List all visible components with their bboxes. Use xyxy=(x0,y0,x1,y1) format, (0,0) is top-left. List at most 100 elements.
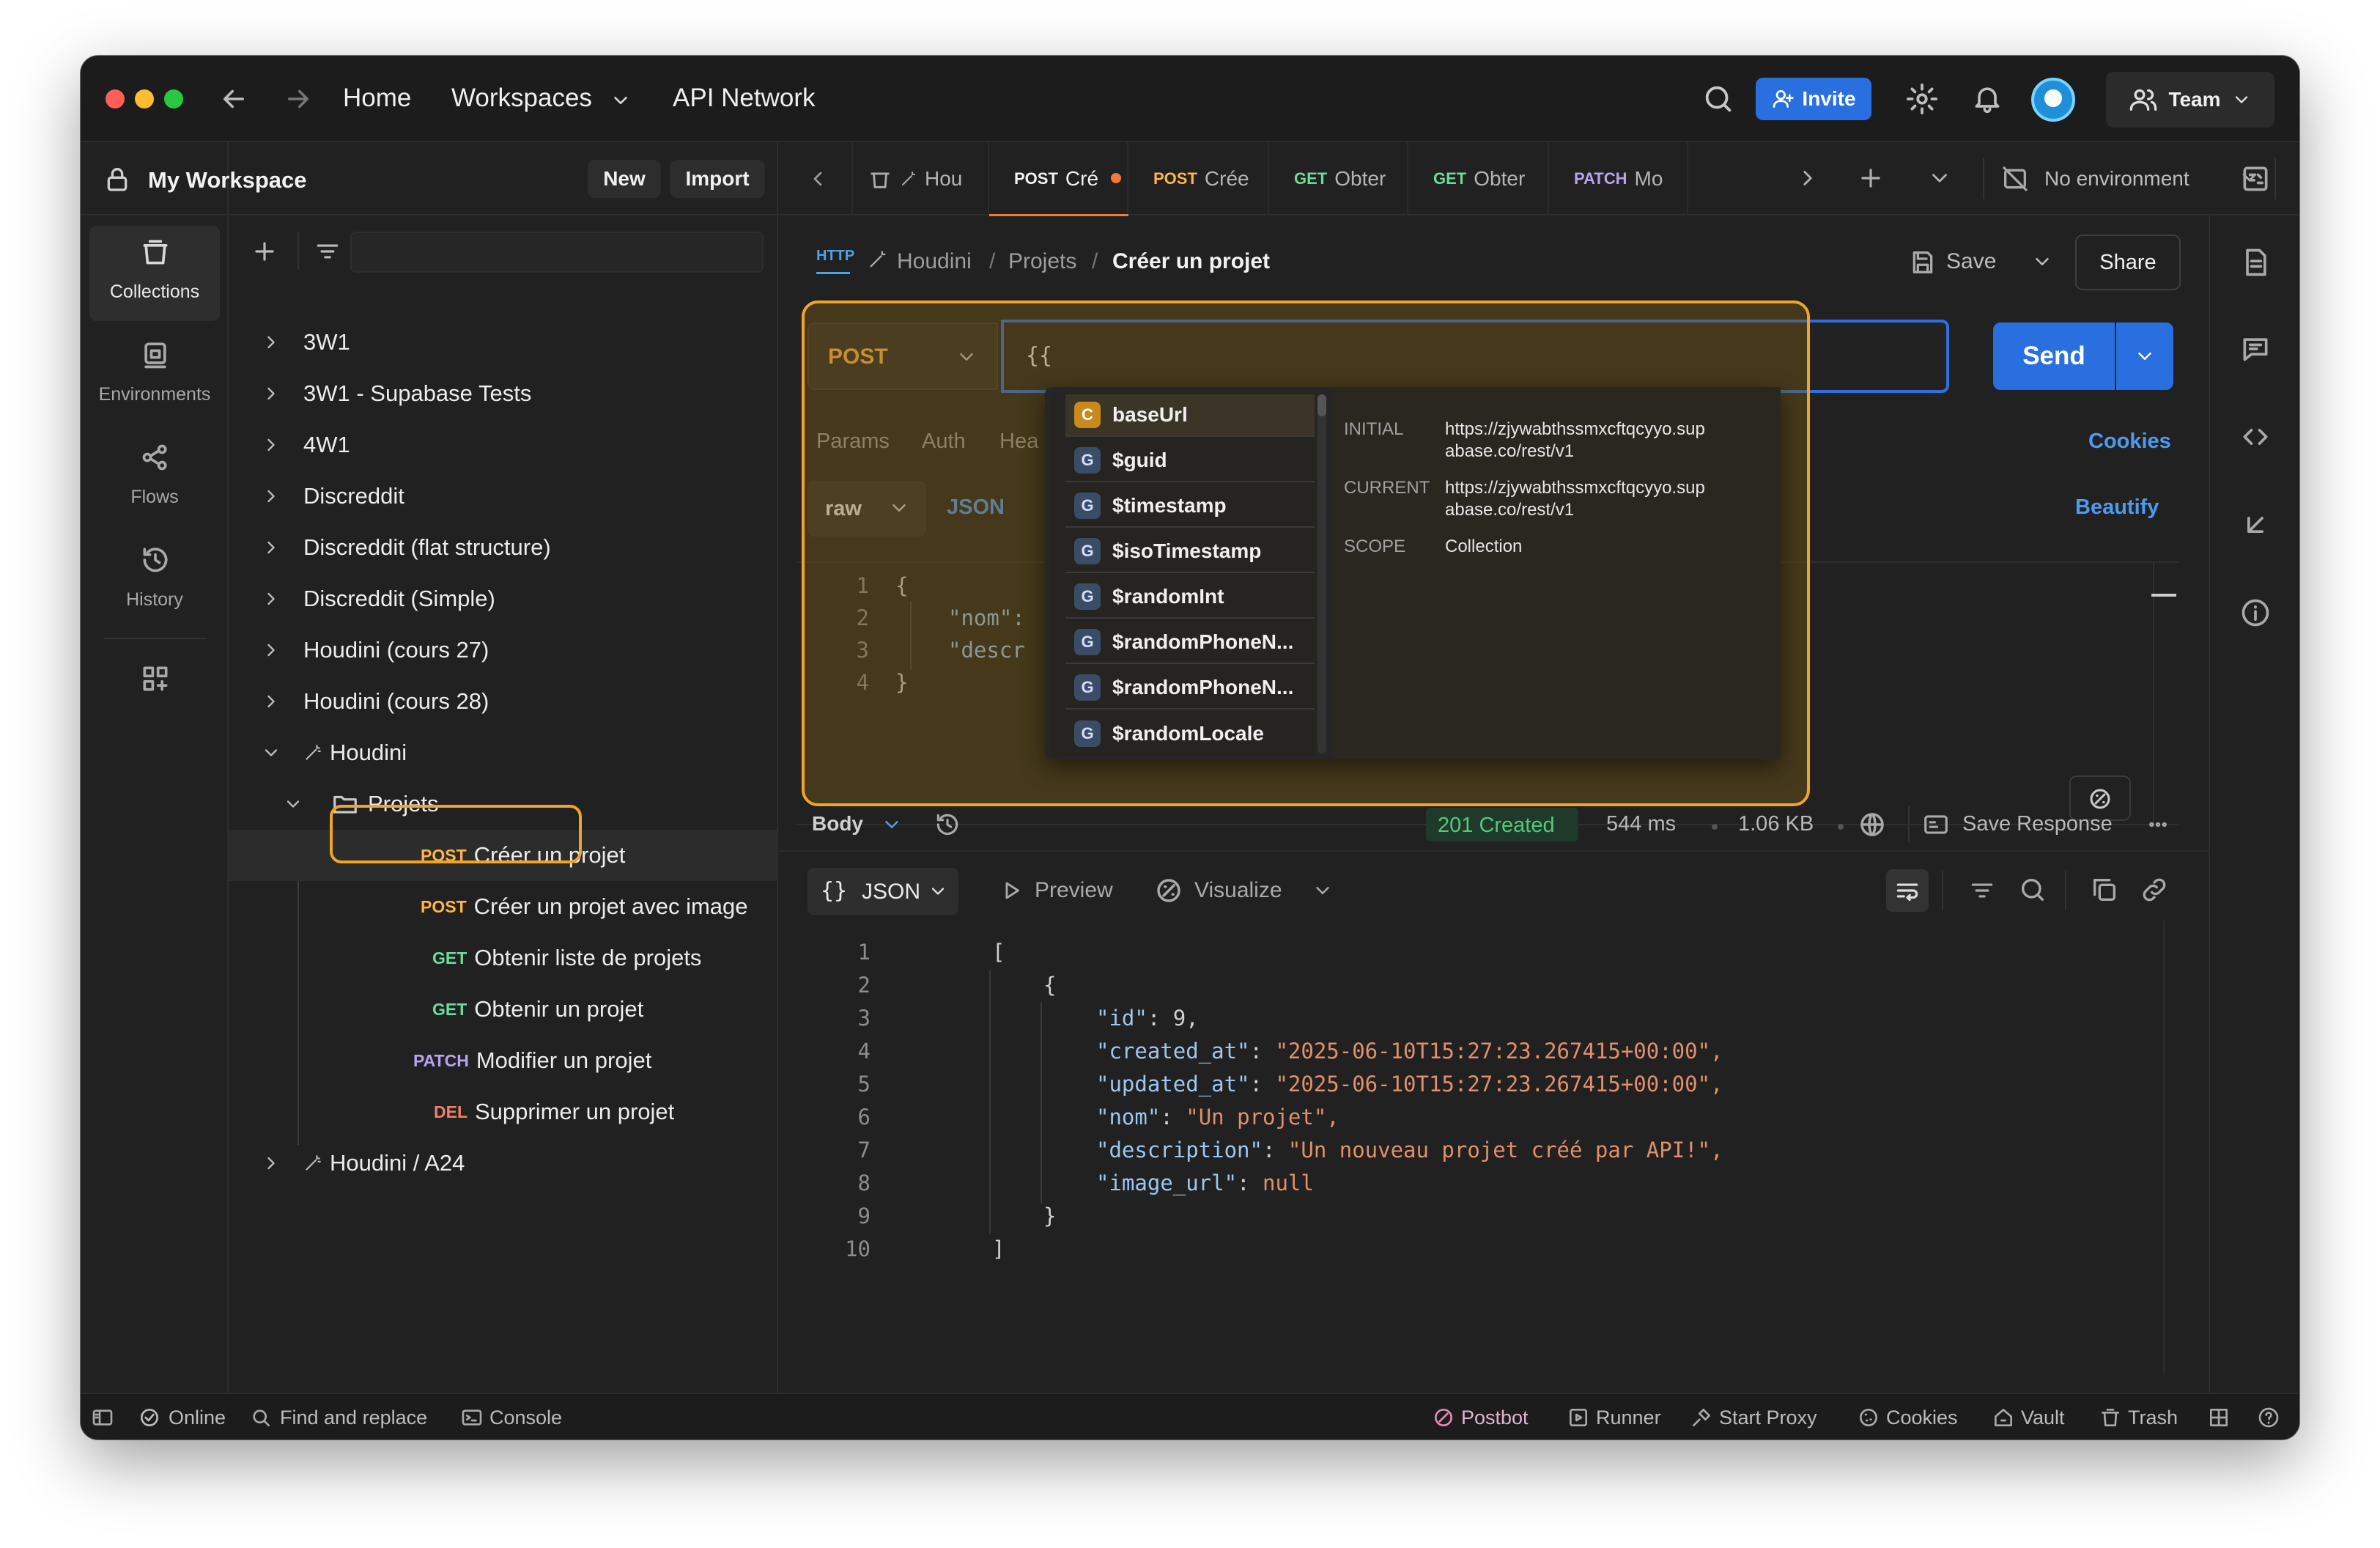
chevron-down-icon[interactable] xyxy=(881,814,903,836)
autocomplete-item[interactable]: G $randomPhoneN... xyxy=(1065,622,1315,664)
invite-button[interactable]: Invite xyxy=(1756,78,1871,120)
save-response-button[interactable]: Save Response xyxy=(1962,812,2113,836)
team-button[interactable]: Team xyxy=(2106,72,2274,128)
collection-item[interactable]: 3W1 - Supabase Tests xyxy=(229,368,778,419)
breadcrumb-folder[interactable]: Projets xyxy=(1008,249,1076,274)
environment-selector[interactable]: No environment xyxy=(2044,167,2189,191)
help-icon[interactable] xyxy=(2257,1406,2280,1429)
environments-label[interactable]: Environments xyxy=(89,384,220,405)
comments-icon[interactable] xyxy=(2239,333,2272,365)
response-scrollbar-track[interactable] xyxy=(2163,921,2165,1375)
wrap-lines-button[interactable] xyxy=(1886,869,1929,912)
request-item[interactable]: PATCH Modifier un projet xyxy=(229,1035,778,1086)
share-button[interactable]: Share xyxy=(2075,235,2181,290)
history-icon[interactable] xyxy=(139,544,171,576)
tab-scroll-right-icon[interactable] xyxy=(1795,166,1820,191)
console-button[interactable]: Console xyxy=(489,1394,562,1440)
flows-icon[interactable] xyxy=(139,441,171,473)
collection-item[interactable]: Discreddit (flat structure) xyxy=(229,522,778,573)
maximize-window-button[interactable] xyxy=(164,89,183,108)
breadcrumb-root[interactable]: Houdini xyxy=(897,249,972,274)
environment-quick-look-icon[interactable] xyxy=(2239,163,2272,195)
collection-item[interactable]: 4W1 xyxy=(229,419,778,471)
response-body-viewer[interactable]: 1 2 3 4 5 6 7 8 9 10 [ { "id": 9, "creat… xyxy=(796,921,2188,1375)
more-options-icon[interactable] xyxy=(2144,814,2172,836)
copy-icon[interactable] xyxy=(2090,875,2119,904)
request-tab[interactable]: GET Obter xyxy=(1408,142,1549,215)
new-tab-plus-icon[interactable] xyxy=(1857,164,1885,192)
search-icon[interactable] xyxy=(1701,82,1735,116)
collection-item[interactable]: Houdini / A24 xyxy=(229,1138,778,1189)
notifications-bell-icon[interactable] xyxy=(1971,82,2003,114)
user-avatar[interactable] xyxy=(2031,78,2075,122)
online-status[interactable]: Online xyxy=(169,1394,226,1440)
autocomplete-item[interactable]: G $randomPhoneN... xyxy=(1065,667,1315,710)
send-options-button[interactable] xyxy=(2116,322,2173,390)
runner-button[interactable]: Runner xyxy=(1596,1394,1661,1440)
layout-icon[interactable] xyxy=(2207,1406,2231,1429)
autocomplete-item[interactable]: G $randomInt xyxy=(1065,576,1315,619)
history-label[interactable]: History xyxy=(89,589,220,611)
trash-button[interactable]: Trash xyxy=(2128,1394,2178,1440)
request-tab[interactable]: GET Obter xyxy=(1269,142,1408,215)
chevron-down-icon[interactable] xyxy=(1312,880,1334,902)
autocomplete-item[interactable]: G $isoTimestamp xyxy=(1065,531,1315,573)
save-response-icon[interactable] xyxy=(1921,811,1951,838)
settings-gear-icon[interactable] xyxy=(1905,82,1939,116)
send-button[interactable]: Send xyxy=(1993,322,2115,390)
request-title[interactable]: Créer un projet xyxy=(1112,249,1270,274)
related-requests-icon[interactable] xyxy=(2239,509,2272,541)
editor-scroll-thumb[interactable] xyxy=(2151,594,2176,597)
filter-icon[interactable] xyxy=(1968,877,1996,904)
collection-item[interactable]: Discreddit (Simple) xyxy=(229,573,778,624)
no-environment-icon[interactable] xyxy=(2000,164,2030,194)
cookies-button[interactable]: Cookies xyxy=(1886,1394,1958,1440)
environments-icon[interactable] xyxy=(139,339,171,371)
visualize-icon[interactable] xyxy=(1153,875,1184,906)
request-item[interactable]: GET Obtenir liste de projets xyxy=(229,932,778,984)
save-button[interactable]: Save xyxy=(1946,249,1996,274)
autocomplete-item-selected[interactable]: CbaseUrl xyxy=(1065,394,1315,437)
preview-tab[interactable]: Preview xyxy=(1035,878,1113,903)
request-tab[interactable]: POST Crée xyxy=(1128,142,1269,215)
visualize-tab[interactable]: Visualize xyxy=(1194,878,1282,903)
info-icon[interactable] xyxy=(2239,597,2272,629)
minimize-window-button[interactable] xyxy=(135,89,154,108)
collection-item[interactable]: Houdini (cours 28) xyxy=(229,676,778,727)
request-tab[interactable]: Hou xyxy=(851,142,989,215)
preview-play-icon[interactable] xyxy=(999,878,1024,903)
cookies-link[interactable]: Cookies xyxy=(2088,430,2171,454)
autocomplete-scroll-thumb[interactable] xyxy=(1318,394,1326,416)
link-icon[interactable] xyxy=(2140,875,2169,904)
flows-label[interactable]: Flows xyxy=(89,487,220,508)
vault-button[interactable]: Vault xyxy=(2021,1394,2065,1440)
search-icon[interactable] xyxy=(2018,875,2047,904)
tab-scroll-left-icon[interactable] xyxy=(806,167,829,191)
configure-sidebar-icon[interactable] xyxy=(139,663,171,695)
request-tab[interactable]: PATCH Mo xyxy=(1549,142,1688,215)
autocomplete-item[interactable]: G $timestamp xyxy=(1065,485,1315,528)
save-options-chevron-icon[interactable] xyxy=(2031,251,2053,273)
request-item[interactable]: GET Obtenir un projet xyxy=(229,984,778,1035)
tab-list-chevron-icon[interactable] xyxy=(1927,166,1952,191)
autocomplete-item[interactable]: G $randomLocale xyxy=(1065,712,1315,755)
collection-item[interactable]: 3W1 xyxy=(229,317,778,368)
find-replace-button[interactable]: Find and replace xyxy=(280,1394,427,1440)
request-tab-active[interactable]: POST Cré xyxy=(989,142,1128,215)
toggle-sidebar-icon[interactable] xyxy=(91,1406,114,1429)
request-item[interactable]: POST Créer un projet avec image xyxy=(229,881,778,932)
autocomplete-item[interactable]: G $guid xyxy=(1065,440,1315,482)
network-globe-icon[interactable] xyxy=(1857,809,1888,840)
start-proxy-button[interactable]: Start Proxy xyxy=(1719,1394,1817,1440)
request-item[interactable]: DEL Supprimer un projet xyxy=(229,1086,778,1138)
collection-item-houdini[interactable]: Houdini xyxy=(229,727,778,778)
autocomplete-scrollbar[interactable] xyxy=(1318,394,1326,753)
close-window-button[interactable] xyxy=(106,89,125,108)
save-disk-icon[interactable] xyxy=(1908,248,1937,277)
code-snippet-icon[interactable] xyxy=(2239,421,2272,453)
response-format-select[interactable]: {} JSON xyxy=(808,868,958,915)
response-body-tab[interactable]: Body xyxy=(812,812,863,836)
beautify-link[interactable]: Beautify xyxy=(2075,495,2159,520)
postbot-button[interactable]: Postbot xyxy=(1461,1394,1529,1440)
collection-item[interactable]: Houdini (cours 27) xyxy=(229,624,778,676)
